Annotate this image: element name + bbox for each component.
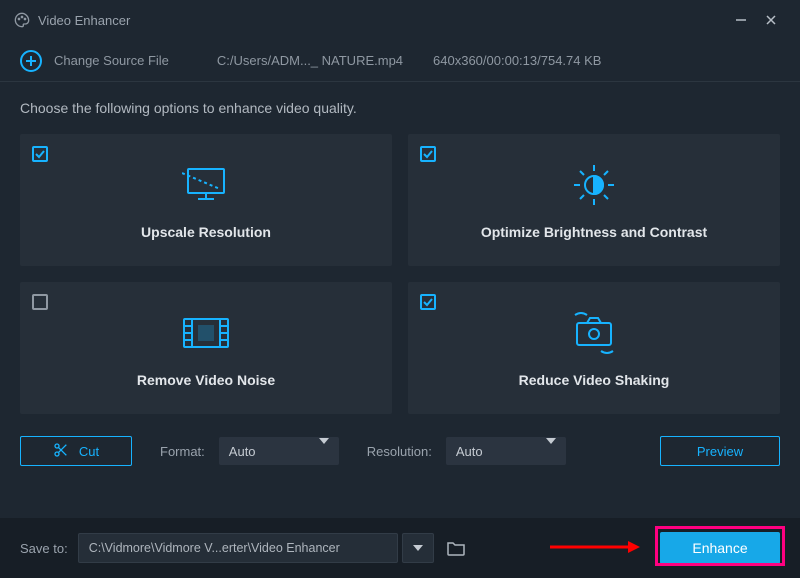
source-meta: 640x360/00:00:13/754.74 KB	[433, 53, 601, 68]
card-remove-noise[interactable]: Remove Video Noise	[20, 282, 392, 414]
cut-button[interactable]: Cut	[20, 436, 132, 466]
film-noise-icon	[180, 308, 232, 358]
folder-icon	[447, 540, 465, 556]
footer-bar: Save to: C:\Vidmore\Vidmore V...erter\Vi…	[0, 518, 800, 578]
chevron-down-icon	[413, 545, 423, 551]
add-source-button[interactable]	[20, 50, 42, 72]
scissors-icon	[53, 442, 69, 461]
source-bar: Change Source File C:/Users/ADM..._ NATU…	[0, 40, 800, 82]
preview-label: Preview	[697, 444, 743, 459]
video-enhancer-window: Video Enhancer Change Source File C:/Use…	[0, 0, 800, 578]
enhance-label: Enhance	[692, 540, 747, 556]
cut-label: Cut	[79, 444, 99, 459]
card-reduce-shaking[interactable]: Reduce Video Shaking	[408, 282, 780, 414]
format-value: Auto	[229, 444, 256, 459]
annotation-arrow	[550, 540, 640, 554]
instruction-text: Choose the following options to enhance …	[20, 100, 780, 116]
camera-shake-icon	[567, 308, 621, 358]
format-dropdown[interactable]: Auto	[219, 437, 339, 465]
checkbox-icon[interactable]	[32, 146, 48, 162]
app-title: Video Enhancer	[38, 13, 130, 28]
format-label: Format:	[160, 444, 205, 459]
titlebar: Video Enhancer	[0, 0, 800, 40]
save-path-value: C:\Vidmore\Vidmore V...erter\Video Enhan…	[89, 541, 340, 555]
checkbox-icon[interactable]	[32, 294, 48, 310]
chevron-down-icon	[546, 444, 556, 459]
resolution-label: Resolution:	[367, 444, 432, 459]
change-source-link[interactable]: Change Source File	[54, 53, 169, 68]
card-label: Optimize Brightness and Contrast	[481, 224, 707, 240]
card-label: Reduce Video Shaking	[519, 372, 670, 388]
main-panel: Choose the following options to enhance …	[0, 82, 800, 518]
controls-row: Cut Format: Auto Resolution: Auto Previe…	[20, 436, 780, 484]
resolution-value: Auto	[456, 444, 483, 459]
preview-button[interactable]: Preview	[660, 436, 780, 466]
options-grid: Upscale Resolution Optimize Brightness a…	[20, 134, 780, 414]
save-to-label: Save to:	[20, 541, 68, 556]
card-label: Remove Video Noise	[137, 372, 275, 388]
checkbox-icon[interactable]	[420, 146, 436, 162]
card-label: Upscale Resolution	[141, 224, 271, 240]
save-path-field[interactable]: C:\Vidmore\Vidmore V...erter\Video Enhan…	[78, 533, 398, 563]
resolution-dropdown[interactable]: Auto	[446, 437, 566, 465]
monitor-icon	[182, 160, 230, 210]
palette-icon	[14, 12, 30, 28]
open-folder-button[interactable]	[440, 533, 472, 563]
card-optimize-brightness[interactable]: Optimize Brightness and Contrast	[408, 134, 780, 266]
minimize-button[interactable]	[726, 5, 756, 35]
chevron-down-icon	[319, 444, 329, 459]
brightness-icon	[570, 160, 618, 210]
enhance-button[interactable]: Enhance	[660, 532, 780, 564]
checkbox-icon[interactable]	[420, 294, 436, 310]
close-button[interactable]	[756, 5, 786, 35]
source-path: C:/Users/ADM..._ NATURE.mp4	[217, 53, 403, 68]
save-path-dropdown-button[interactable]	[402, 533, 434, 563]
card-upscale-resolution[interactable]: Upscale Resolution	[20, 134, 392, 266]
